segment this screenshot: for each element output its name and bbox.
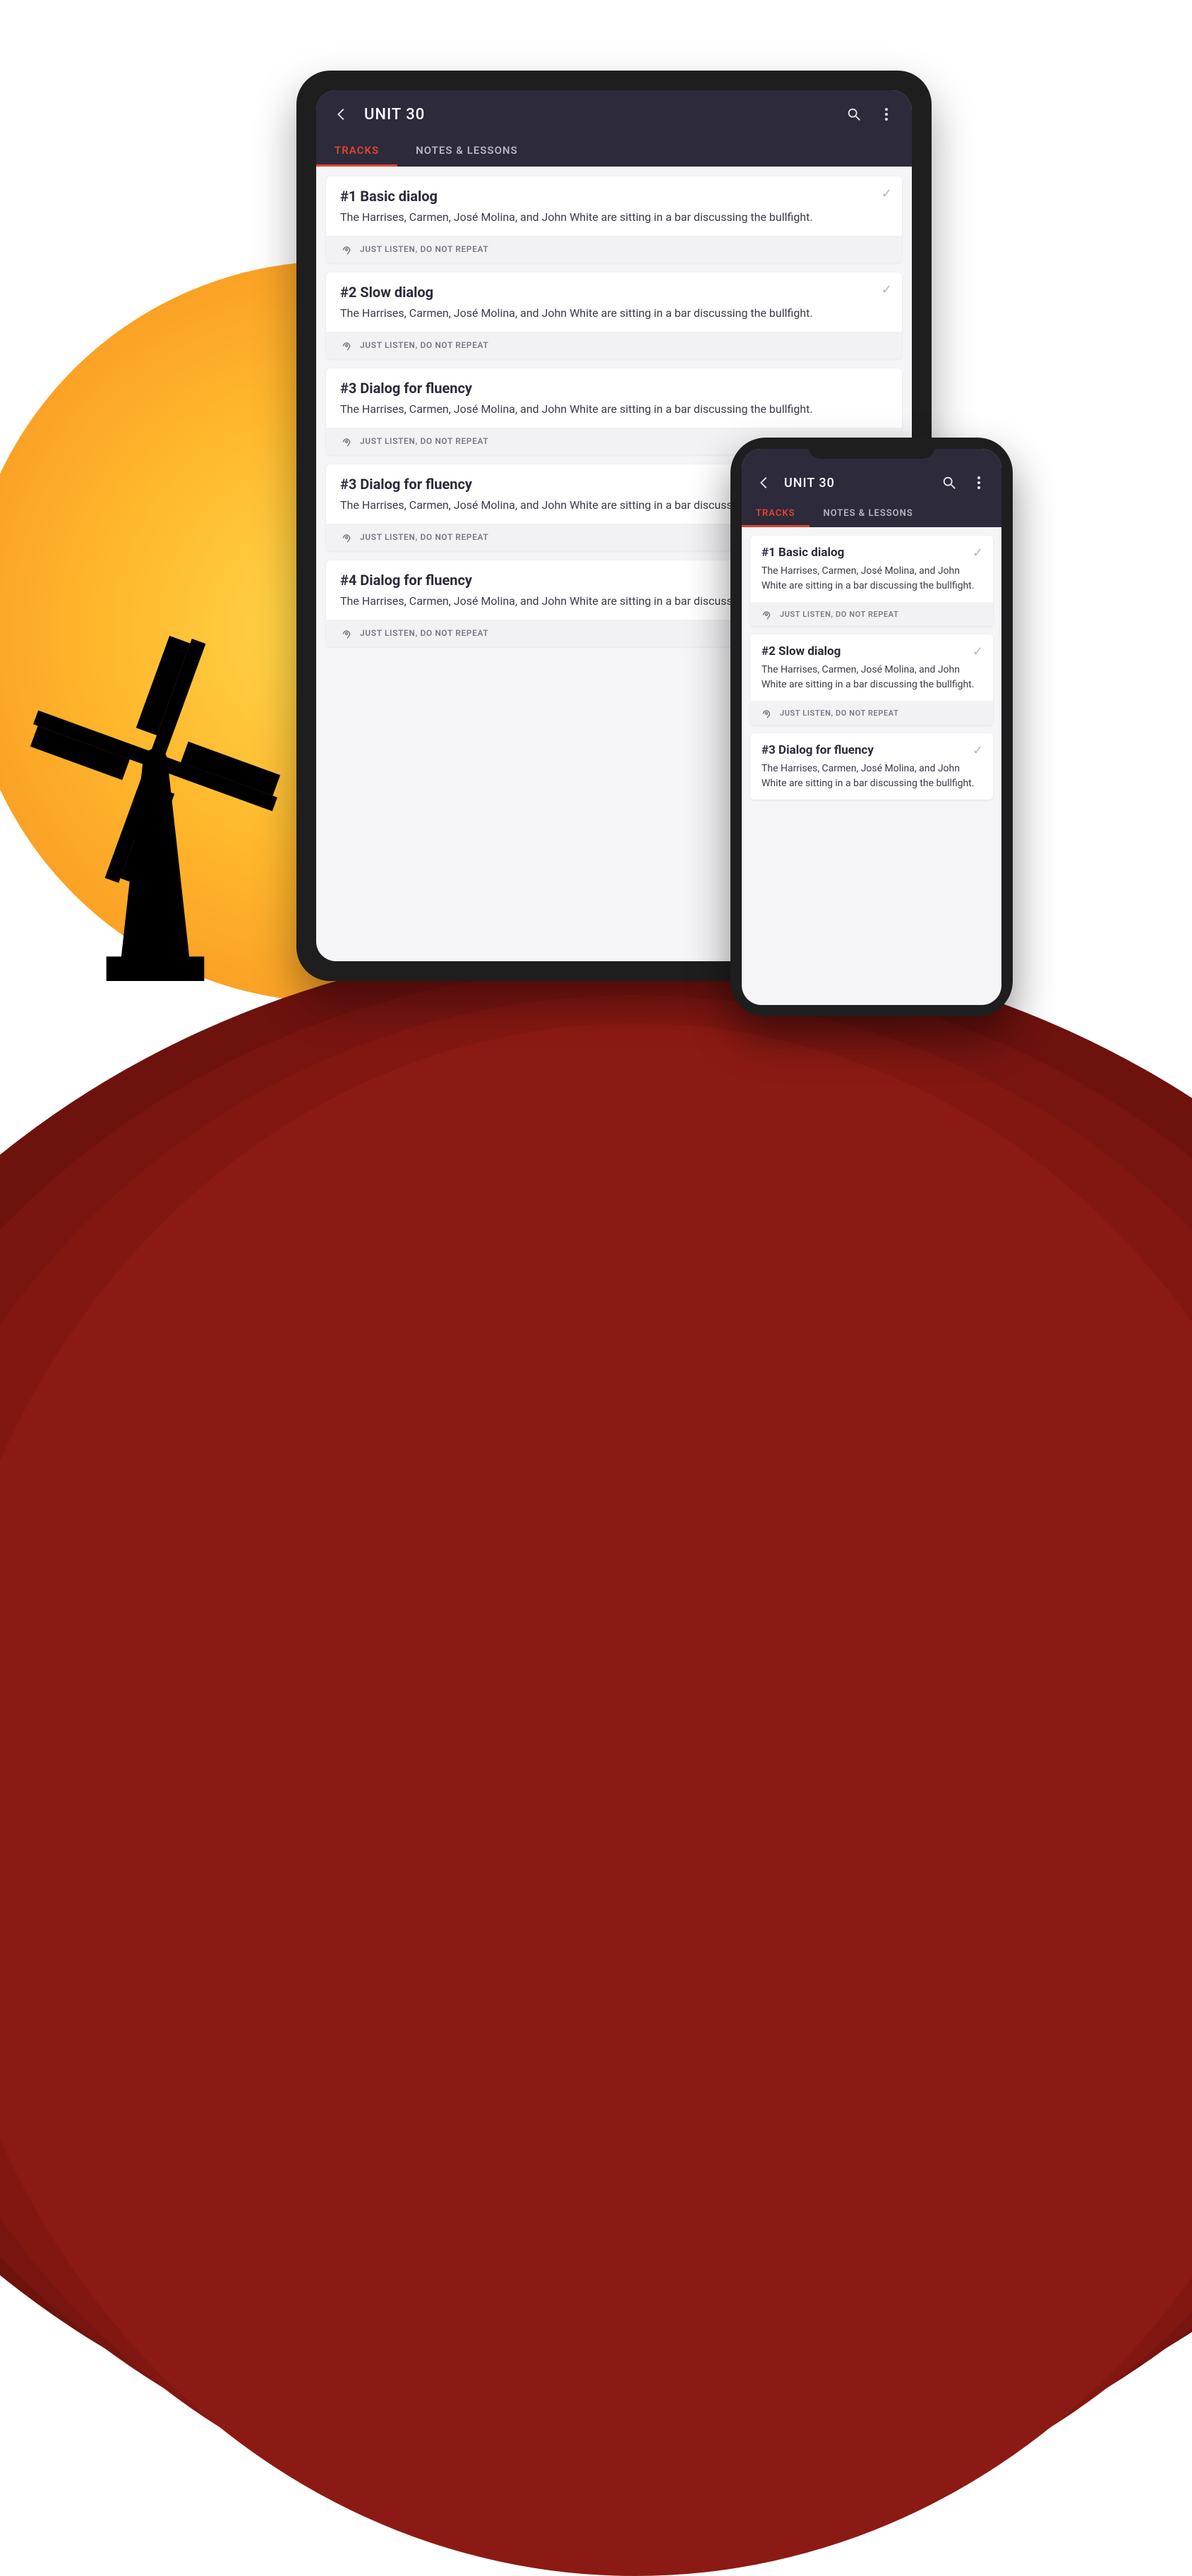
search-button[interactable]: [844, 104, 864, 124]
track-card[interactable]: ✓ #3 Dialog for fluency The Harrises, Ca…: [750, 733, 993, 800]
track-hint: JUST LISTEN, DO NOT REPEAT: [750, 701, 993, 725]
phone-frame: UNIT 30 TRACKS NOTES & LESSONS ✓ #1 Basi…: [730, 438, 1013, 1016]
track-description: The Harrises, Carmen, José Molina, and J…: [340, 401, 888, 418]
track-hint: JUST LISTEN, DO NOT REPEAT: [326, 332, 902, 359]
track-hint-label: JUST LISTEN, DO NOT REPEAT: [360, 436, 488, 446]
track-hint-label: JUST LISTEN, DO NOT REPEAT: [780, 709, 898, 718]
tab-tracks[interactable]: TRACKS: [742, 500, 809, 527]
listen-icon: [760, 706, 773, 719]
track-title: #1 Basic dialog: [761, 546, 982, 560]
track-hint-label: JUST LISTEN, DO NOT REPEAT: [360, 628, 488, 638]
tab-bar: TRACKS NOTES & LESSONS: [742, 500, 1001, 527]
windmill-icon: [28, 614, 282, 981]
app-header: UNIT 30 TRACKS NOTES & LESSONS: [316, 90, 912, 167]
tab-bar: TRACKS NOTES & LESSONS: [316, 134, 912, 167]
track-description: The Harrises, Carmen, José Molina, and J…: [761, 564, 982, 594]
track-hint-label: JUST LISTEN, DO NOT REPEAT: [360, 340, 488, 350]
track-hint: JUST LISTEN, DO NOT REPEAT: [750, 602, 993, 626]
track-hint-label: JUST LISTEN, DO NOT REPEAT: [360, 532, 488, 542]
check-icon: ✓: [881, 282, 892, 297]
back-button[interactable]: [332, 104, 351, 124]
track-card[interactable]: ✓ #1 Basic dialog The Harrises, Carmen, …: [326, 176, 902, 263]
track-description: The Harrises, Carmen, José Molina, and J…: [761, 663, 982, 692]
tab-notes-lessons[interactable]: NOTES & LESSONS: [397, 134, 536, 167]
track-title: #2 Slow dialog: [761, 644, 982, 658]
app-header: UNIT 30 TRACKS NOTES & LESSONS: [742, 449, 1001, 527]
track-title: #3 Dialog for fluency: [761, 743, 982, 757]
page-title: UNIT 30: [364, 106, 831, 124]
check-icon: ✓: [973, 644, 983, 659]
track-title: #1 Basic dialog: [340, 188, 888, 205]
check-icon: ✓: [973, 743, 983, 758]
tab-tracks[interactable]: TRACKS: [316, 134, 397, 167]
phone-notch: [808, 438, 935, 459]
track-hint-label: JUST LISTEN, DO NOT REPEAT: [780, 610, 898, 619]
check-icon: ✓: [973, 546, 983, 560]
listen-icon: [340, 339, 353, 351]
track-list[interactable]: ✓ #1 Basic dialog The Harrises, Carmen, …: [742, 527, 1001, 1005]
back-button[interactable]: [754, 473, 774, 493]
listen-icon: [340, 627, 353, 639]
listen-icon: [340, 531, 353, 543]
more-menu-button[interactable]: [969, 473, 989, 493]
check-icon: ✓: [881, 186, 892, 201]
page-title: UNIT 30: [784, 476, 929, 490]
track-card[interactable]: ✓ #1 Basic dialog The Harrises, Carmen, …: [750, 536, 993, 626]
tab-notes-lessons[interactable]: NOTES & LESSONS: [809, 500, 927, 527]
track-title: #2 Slow dialog: [340, 284, 888, 301]
track-description: The Harrises, Carmen, José Molina, and J…: [340, 305, 888, 322]
decorative-hill: [0, 1023, 1192, 2576]
search-button[interactable]: [939, 473, 959, 493]
track-hint: JUST LISTEN, DO NOT REPEAT: [326, 236, 902, 263]
track-description: The Harrises, Carmen, José Molina, and J…: [761, 762, 982, 791]
track-description: The Harrises, Carmen, José Molina, and J…: [340, 209, 888, 226]
track-card[interactable]: ✓ #2 Slow dialog The Harrises, Carmen, J…: [750, 634, 993, 725]
more-menu-button[interactable]: [877, 104, 896, 124]
track-hint-label: JUST LISTEN, DO NOT REPEAT: [360, 244, 488, 254]
track-title: #3 Dialog for fluency: [340, 380, 888, 397]
track-card[interactable]: ✓ #2 Slow dialog The Harrises, Carmen, J…: [326, 272, 902, 359]
listen-icon: [760, 608, 773, 620]
listen-icon: [340, 243, 353, 255]
listen-icon: [340, 435, 353, 447]
phone-screen: UNIT 30 TRACKS NOTES & LESSONS ✓ #1 Basi…: [742, 449, 1001, 1005]
